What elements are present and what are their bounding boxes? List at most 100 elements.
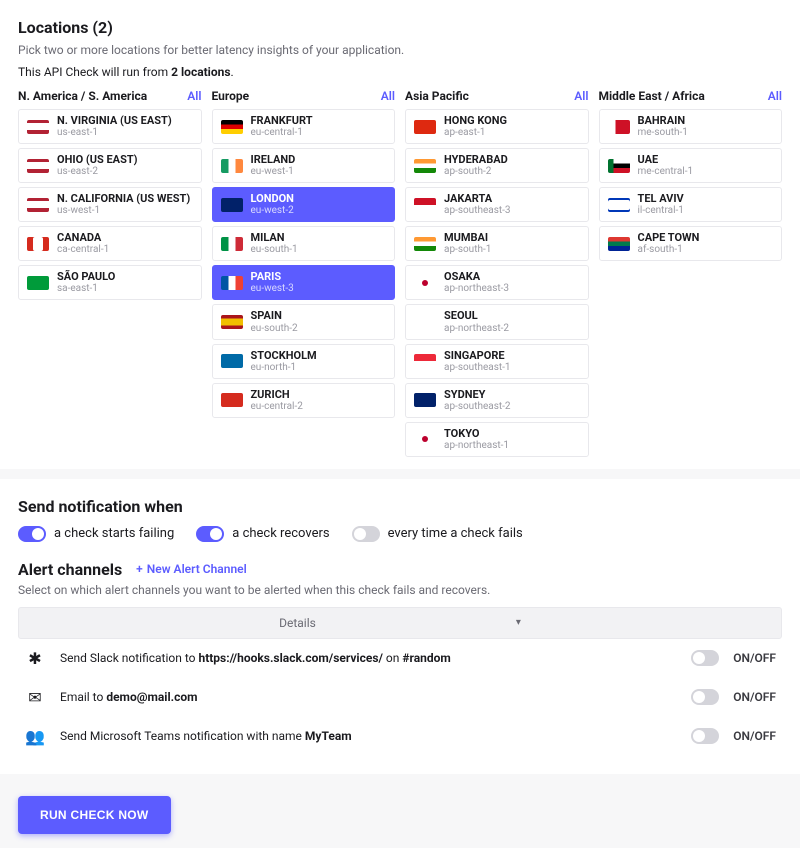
location-name: UAE xyxy=(638,154,694,166)
location-option[interactable]: TOKYOap-northeast-1 xyxy=(405,422,589,457)
location-option[interactable]: FRANKFURTeu-central-1 xyxy=(212,109,396,144)
location-option[interactable]: SYDNEYap-southeast-2 xyxy=(405,383,589,418)
flag-icon xyxy=(27,237,49,251)
notify-title: Send notification when xyxy=(18,497,782,516)
location-option[interactable]: N. CALIFORNIA (US WEST)us-west-1 xyxy=(18,187,202,222)
location-region: us-west-1 xyxy=(57,205,190,216)
location-option[interactable]: CAPE TOWNaf-south-1 xyxy=(599,226,783,261)
location-option[interactable]: SPAINeu-south-2 xyxy=(212,304,396,339)
chevron-down-icon: ▾ xyxy=(516,617,521,628)
plus-icon: + xyxy=(136,562,143,576)
location-option[interactable]: SÃO PAULOsa-east-1 xyxy=(18,265,202,300)
location-option[interactable]: LONDONeu-west-2 xyxy=(212,187,396,222)
location-option[interactable]: BAHRAINme-south-1 xyxy=(599,109,783,144)
flag-icon xyxy=(221,393,243,407)
flag-icon xyxy=(414,276,436,290)
location-option[interactable]: TEL AVIVil-central-1 xyxy=(599,187,783,222)
location-region: us-east-1 xyxy=(57,127,172,138)
select-all-link[interactable]: All xyxy=(187,89,201,103)
location-region: ap-northeast-1 xyxy=(444,440,509,451)
location-name: SÃO PAULO xyxy=(57,271,115,283)
location-option[interactable]: STOCKHOLMeu-north-1 xyxy=(212,344,396,379)
location-option[interactable]: HYDERABADap-south-2 xyxy=(405,148,589,183)
notify-toggle[interactable] xyxy=(196,526,224,542)
select-all-link[interactable]: All xyxy=(381,89,395,103)
location-option[interactable]: ZURICHeu-central-2 xyxy=(212,383,396,418)
location-option[interactable]: SINGAPOREap-southeast-1 xyxy=(405,344,589,379)
select-all-link[interactable]: All xyxy=(574,89,588,103)
location-option[interactable]: MUMBAIap-south-1 xyxy=(405,226,589,261)
location-region: eu-west-3 xyxy=(251,283,294,294)
flag-icon xyxy=(27,159,49,173)
location-option[interactable]: HONG KONGap-east-1 xyxy=(405,109,589,144)
flag-icon xyxy=(414,393,436,407)
flag-icon xyxy=(608,159,630,173)
channel-toggle[interactable] xyxy=(691,728,719,744)
notify-label: a check starts failing xyxy=(54,526,174,541)
location-region: eu-central-1 xyxy=(251,127,313,138)
channel-description: Send Slack notification to https://hooks… xyxy=(60,651,677,665)
location-region: ap-northeast-3 xyxy=(444,283,509,294)
notify-toggle[interactable] xyxy=(18,526,46,542)
location-name: FRANKFURT xyxy=(251,115,313,127)
flag-icon xyxy=(414,237,436,251)
location-name: HONG KONG xyxy=(444,115,507,127)
location-name: BAHRAIN xyxy=(638,115,688,127)
flag-icon xyxy=(221,237,243,251)
location-option[interactable]: PARISeu-west-3 xyxy=(212,265,396,300)
location-option[interactable]: SEOULap-northeast-2 xyxy=(405,304,589,339)
flag-icon xyxy=(414,432,436,446)
details-dropdown[interactable]: Details ▾ xyxy=(18,607,782,639)
location-region: ap-east-1 xyxy=(444,127,507,138)
location-region: ap-south-1 xyxy=(444,244,491,255)
location-region: sa-east-1 xyxy=(57,283,115,294)
location-option[interactable]: CANADAca-central-1 xyxy=(18,226,202,261)
location-region: eu-west-1 xyxy=(251,166,296,177)
flag-icon xyxy=(27,198,49,212)
location-region: ap-northeast-2 xyxy=(444,323,509,334)
flag-icon xyxy=(221,198,243,212)
flag-icon xyxy=(221,276,243,290)
location-region: us-east-2 xyxy=(57,166,138,177)
location-option[interactable]: JAKARTAap-southeast-3 xyxy=(405,187,589,222)
location-option[interactable]: OSAKAap-northeast-3 xyxy=(405,265,589,300)
location-region: me-central-1 xyxy=(638,166,694,177)
location-option[interactable]: N. VIRGINIA (US EAST)us-east-1 xyxy=(18,109,202,144)
channel-toggle[interactable] xyxy=(691,650,719,666)
email-icon: ✉ xyxy=(24,688,46,707)
location-option[interactable]: MILANeu-south-1 xyxy=(212,226,396,261)
flag-icon xyxy=(608,237,630,251)
flag-icon xyxy=(221,315,243,329)
channel-description: Send Microsoft Teams notification with n… xyxy=(60,729,677,743)
location-option[interactable]: UAEme-central-1 xyxy=(599,148,783,183)
location-option[interactable]: IRELANDeu-west-1 xyxy=(212,148,396,183)
location-region: eu-south-2 xyxy=(251,323,298,334)
location-name: MUMBAI xyxy=(444,232,491,244)
flag-icon xyxy=(221,354,243,368)
notify-toggle[interactable] xyxy=(352,526,380,542)
location-option[interactable]: OHIO (US EAST)us-east-2 xyxy=(18,148,202,183)
location-name: SYDNEY xyxy=(444,389,511,401)
location-name: PARIS xyxy=(251,271,294,283)
channels-title: Alert channels xyxy=(18,560,122,579)
location-region: ap-southeast-3 xyxy=(444,205,511,216)
location-name: STOCKHOLM xyxy=(251,350,317,362)
flag-icon xyxy=(414,159,436,173)
select-all-link[interactable]: All xyxy=(768,89,782,103)
channel-toggle[interactable] xyxy=(691,689,719,705)
new-alert-channel-link[interactable]: + New Alert Channel xyxy=(136,562,247,576)
location-region: eu-central-2 xyxy=(251,401,303,412)
region-header: N. America / S. America xyxy=(18,89,147,103)
location-name: SEOUL xyxy=(444,310,509,322)
flag-icon xyxy=(414,354,436,368)
region-header: Middle East / Africa xyxy=(599,89,705,103)
location-name: OSAKA xyxy=(444,271,509,283)
locations-subtitle: Pick two or more locations for better la… xyxy=(18,43,782,57)
location-name: JAKARTA xyxy=(444,193,511,205)
channel-description: Email to demo@mail.com xyxy=(60,690,677,704)
location-region: eu-west-2 xyxy=(251,205,294,216)
location-name: MILAN xyxy=(251,232,298,244)
teams-icon: 👥 xyxy=(24,727,46,746)
run-check-button[interactable]: RUN CHECK NOW xyxy=(18,796,171,834)
location-name: CANADA xyxy=(57,232,109,244)
